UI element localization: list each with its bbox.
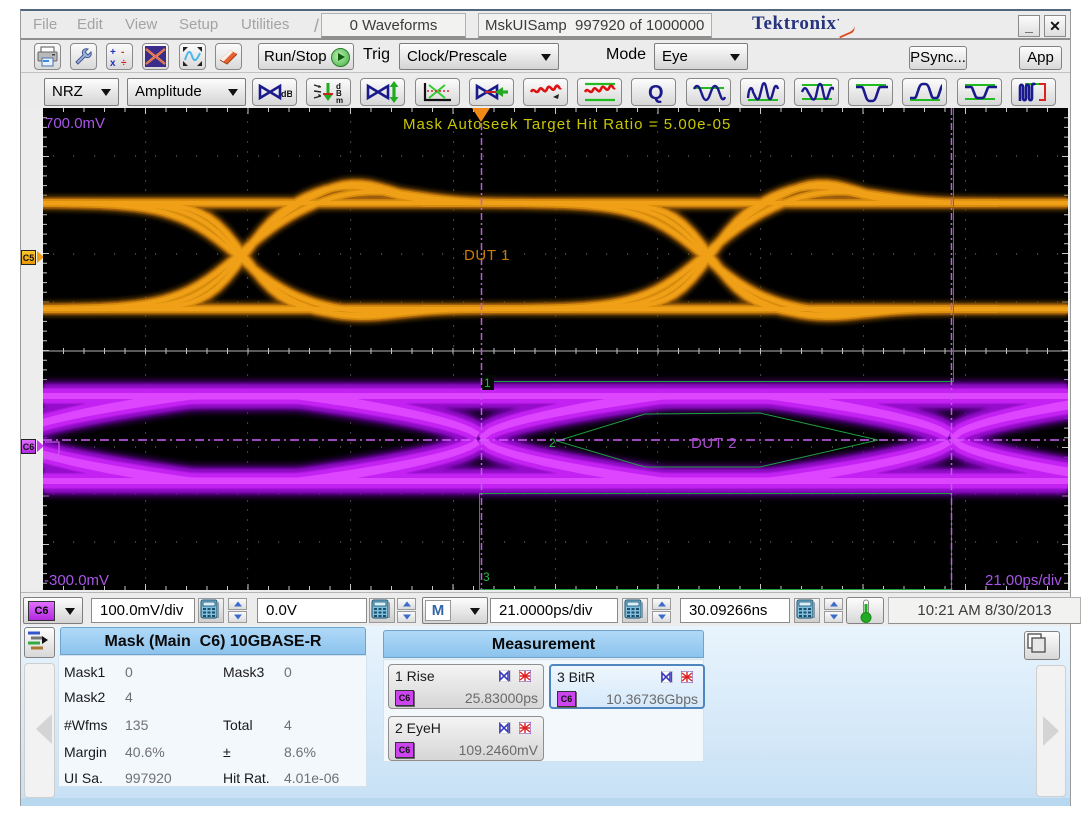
svg-text:Mask Autoseek Target Hit Ratio: Mask Autoseek Target Hit Ratio = 5.00e-0…	[403, 116, 731, 133]
svg-text:21.00ps/div: 21.00ps/div	[985, 572, 1062, 589]
svg-text:2: 2	[549, 436, 556, 450]
svg-text:700.0mV: 700.0mV	[45, 115, 105, 132]
svg-text:x: x	[110, 58, 116, 67]
svg-text:+: +	[110, 47, 116, 58]
svg-text:DUT 1: DUT 1	[464, 247, 510, 264]
svg-text:÷: ÷	[121, 58, 127, 67]
svg-text:m: m	[336, 96, 343, 103]
svg-text:dB: dB	[281, 89, 292, 99]
svg-text:1: 1	[484, 376, 491, 390]
svg-text:-: -	[121, 47, 124, 58]
svg-text:3: 3	[483, 570, 490, 584]
svg-text:DUT 2: DUT 2	[691, 435, 737, 452]
svg-text:-300.0mV: -300.0mV	[44, 572, 109, 589]
svg-text:Q: Q	[648, 82, 664, 103]
